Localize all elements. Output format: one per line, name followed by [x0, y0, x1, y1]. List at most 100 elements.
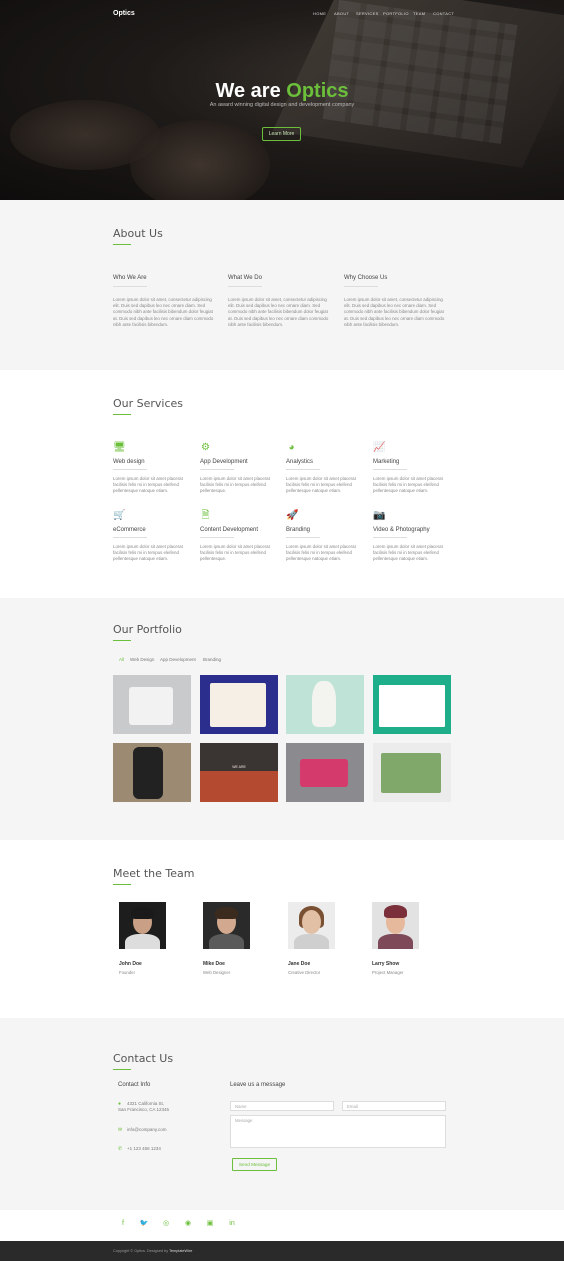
nav-team-label[interactable]: TEAM: [413, 11, 425, 16]
portfolio-item-phone[interactable]: [113, 743, 191, 802]
thumb-subject: [129, 687, 173, 725]
hero-title-prefix: We are: [215, 80, 287, 102]
about-col-rule: [344, 286, 378, 287]
hero-title-accent: Optics: [286, 80, 349, 102]
learn-more-button[interactable]: Learn More: [262, 127, 301, 141]
nav-about-label[interactable]: ABOUT: [334, 11, 349, 16]
about-col-text: Lorem ipsum dolor sit amet, consectetur …: [228, 297, 329, 327]
contact-title: Contact Us: [113, 1052, 174, 1065]
site-logo[interactable]: Optics: [113, 10, 135, 17]
linkedin-icon[interactable]: in: [227, 1219, 237, 1229]
portfolio-title: Our Portfolio: [113, 623, 182, 636]
hero-subtitle: An award winning digital design and deve…: [209, 102, 355, 108]
portfolio-item-stationery[interactable]: [200, 675, 278, 734]
thumb-subject: [300, 759, 348, 787]
instagram-icon[interactable]: ▣: [205, 1219, 215, 1229]
portfolio-item-cosmetics[interactable]: [113, 675, 191, 734]
contact-section: [0, 1018, 564, 1210]
contact-email[interactable]: info@company.com: [127, 1127, 167, 1133]
thumb-subject: [133, 747, 163, 799]
service-text: Lorem ipsum dolor sit amet placerat faci…: [200, 544, 270, 562]
form-heading: Leave us a message: [230, 1082, 286, 1088]
service-rule: [373, 469, 407, 470]
facebook-icon[interactable]: f: [118, 1219, 128, 1229]
filter-web-design[interactable]: Web Design: [130, 657, 154, 662]
about-col-heading: Why Choose Us: [344, 275, 388, 281]
nav-contact[interactable]: CONTACT: [433, 11, 454, 16]
filter-all[interactable]: All: [119, 657, 124, 662]
thumb-subject: [200, 771, 278, 802]
pie-chart-icon: ◕: [288, 442, 295, 453]
thumb-subject: [312, 681, 336, 727]
rocket-icon: 🚀: [286, 510, 299, 521]
nav-portfolio-label[interactable]: PORTFOLIO: [383, 11, 409, 16]
team-title: Meet the Team: [113, 867, 195, 880]
portfolio-item-devices[interactable]: [286, 743, 364, 802]
service-label: Web design: [113, 459, 145, 465]
nav-services[interactable]: SERVICES: [356, 11, 379, 16]
service-text: Lorem ipsum dolor sit amet placerat faci…: [373, 476, 443, 494]
service-label: eCommerce: [113, 527, 146, 533]
thumb-caption: WELCOME TO HELIOS: [393, 689, 431, 693]
services-title-underline: [113, 414, 131, 415]
hero-title: We are Optics: [0, 80, 564, 103]
service-text: Lorem ipsum dolor sit amet placerat faci…: [286, 476, 356, 494]
thumb-subject: [381, 753, 441, 793]
nav-portfolio[interactable]: PORTFOLIO: [383, 11, 409, 16]
filter-branding[interactable]: Branding: [203, 657, 221, 662]
member-name: John Doe: [119, 961, 142, 967]
about-col-rule: [228, 286, 262, 287]
service-rule: [373, 537, 407, 538]
twitter-icon[interactable]: 🐦: [139, 1219, 149, 1229]
dribbble-icon[interactable]: ◎: [161, 1219, 171, 1229]
member-photo: [288, 902, 335, 949]
member-role: Creative Director: [288, 970, 321, 975]
member-role: Project Manager: [372, 970, 404, 975]
nav-about[interactable]: ABOUT: [334, 11, 349, 16]
service-label: Content Development: [200, 527, 259, 533]
nav-services-label[interactable]: SERVICES: [356, 11, 379, 16]
team-title-underline: [113, 884, 131, 885]
email-field[interactable]: Email: [342, 1101, 446, 1111]
about-section: [0, 200, 564, 370]
nav-team[interactable]: TEAM: [413, 11, 425, 16]
message-field[interactable]: Message: [230, 1115, 446, 1148]
filter-app-development[interactable]: App Development: [160, 657, 196, 662]
portfolio-item-cup[interactable]: [286, 675, 364, 734]
envelope-icon: ✉: [118, 1127, 123, 1133]
about-col-heading: Who We Are: [113, 275, 147, 281]
portfolio-item-branding[interactable]: [373, 743, 451, 802]
portfolio-item-website[interactable]: WELCOME TO HELIOS: [373, 675, 451, 734]
about-title: About Us: [113, 227, 163, 240]
services-section: [0, 370, 564, 598]
member-photo: [203, 902, 250, 949]
team-section: [0, 840, 564, 1018]
member-name: Mike Doe: [203, 961, 225, 967]
member-name: Larry Show: [372, 961, 400, 967]
name-field[interactable]: Name: [230, 1101, 334, 1111]
member-photo: [119, 902, 166, 949]
monitor-icon: 🖥: [113, 442, 126, 453]
contact-address-line2: San Francisco, CA 12345: [118, 1107, 170, 1112]
service-text: Lorem ipsum dolor sit amet placerat faci…: [200, 476, 270, 494]
github-icon[interactable]: ◉: [183, 1219, 193, 1229]
about-col-heading: What We Do: [228, 275, 262, 281]
contact-phone: +1 123 456 1234: [127, 1146, 161, 1151]
about-col-text: Lorem ipsum dolor sit amet, consectetur …: [344, 297, 445, 327]
send-message-button[interactable]: Send Message: [232, 1158, 277, 1171]
nav-home-label[interactable]: HOME: [313, 11, 326, 16]
service-text: Lorem ipsum dolor sit amet placerat faci…: [286, 544, 356, 562]
service-rule: [200, 469, 234, 470]
footer-brand-link[interactable]: TemplateWire: [169, 1249, 192, 1253]
service-label: Analystics: [286, 459, 314, 465]
contact-info-heading: Contact Info: [118, 1082, 151, 1088]
portfolio-item-street[interactable]: WE ARE: [200, 743, 278, 802]
about-col-rule: [113, 286, 147, 287]
social-bar: [0, 1210, 564, 1241]
service-rule: [200, 537, 234, 538]
nav-home[interactable]: HOME: [313, 11, 326, 16]
service-label: Marketing: [373, 459, 400, 465]
nav-contact-label[interactable]: CONTACT: [433, 11, 454, 16]
service-rule: [286, 469, 320, 470]
contact-title-underline: [113, 1069, 131, 1070]
